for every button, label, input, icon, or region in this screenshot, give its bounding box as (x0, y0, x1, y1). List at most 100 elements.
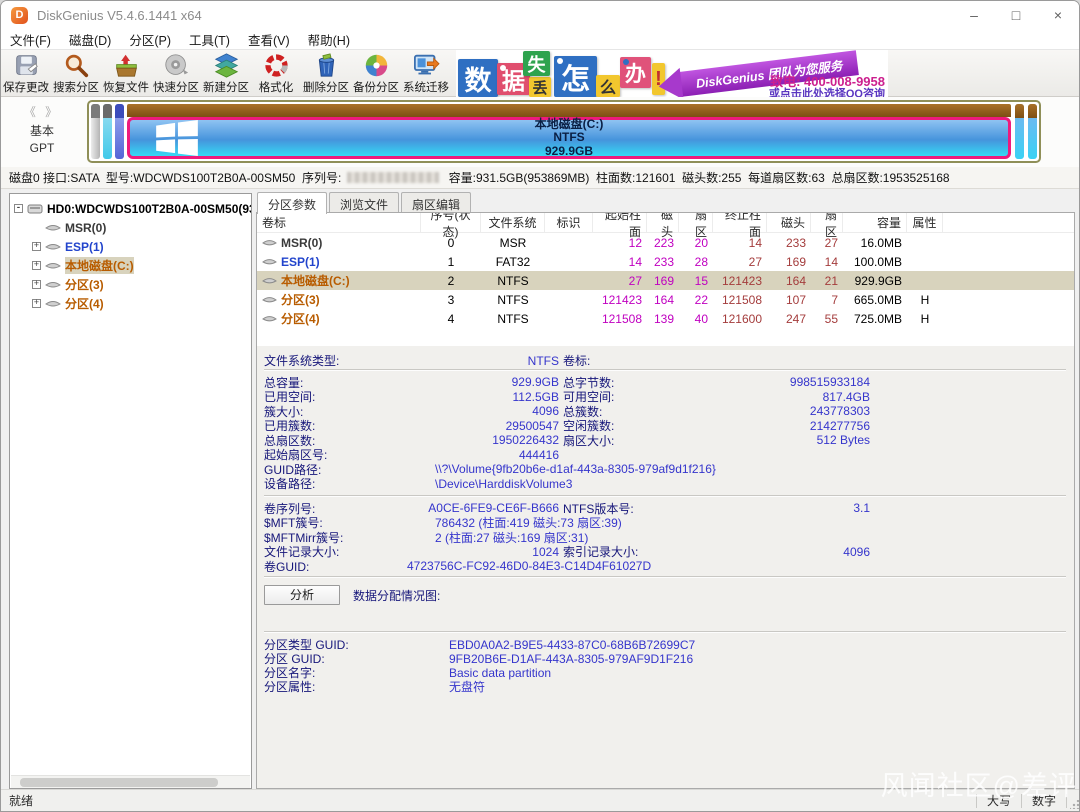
expand-box-icon[interactable]: + (32, 242, 41, 251)
format-button[interactable]: 格式化 (251, 50, 301, 96)
tree-item-partition-3[interactable]: + 分区(3) (10, 275, 251, 294)
cell-capacity: 16.0MB (860, 235, 902, 250)
cell-end-head: 107 (785, 292, 806, 307)
disk-prev-next-arrows[interactable]: 《 》 (9, 104, 75, 121)
expand-box-icon[interactable]: + (32, 261, 41, 270)
expand-box-icon[interactable]: + (32, 280, 41, 289)
cell-seq: 2 (447, 273, 455, 288)
table-row-partition-4[interactable]: 分区(4) 4 NTFS 121508 139 40 121600 247 55… (257, 309, 1074, 328)
tree-item-local-disk-c[interactable]: + 本地磁盘(C:) (10, 256, 251, 275)
cell-start-cylinder: 12 (628, 235, 642, 250)
partition-block-3[interactable] (1015, 104, 1024, 159)
detail-value: 4723756C-FC92-46D0-84E3-C14D4F61027D (407, 559, 652, 573)
partition-block-esp[interactable] (103, 104, 112, 159)
tab-partition-parameters[interactable]: 分区参数 (257, 192, 328, 214)
menu-view[interactable]: 查看(V) (239, 30, 299, 49)
disk-type-label: 基本 (29, 124, 54, 138)
expand-box-icon[interactable]: + (32, 299, 41, 308)
partition-block-reserved[interactable] (115, 104, 124, 159)
col-header-seq[interactable]: 序号(状态) (421, 213, 481, 239)
detail-label: 扇区大小: (563, 433, 615, 448)
menu-tools[interactable]: 工具(T) (180, 30, 239, 49)
col-header-attributes[interactable]: 属性 (907, 213, 943, 232)
disk-info-line: 磁盘0 接口:SATA 型号:WDCWDS100T2B0A-00SM50 序列号… (1, 167, 1079, 189)
format-icon (264, 53, 288, 77)
scrollbar-thumb[interactable] (20, 778, 218, 787)
col-header-end-cylinder[interactable]: 终止柱面 (713, 213, 767, 239)
table-header: 卷标 序号(状态) 文件系统 标识 起始柱面 磁头 扇区 终止柱面 磁头 扇区 … (257, 213, 1074, 239)
search-partition-button[interactable]: 搜索分区 (51, 50, 101, 96)
detail-value: 112.5GB (512, 389, 559, 404)
disk-partition-icon (45, 299, 61, 308)
tree-item-esp[interactable]: + ESP(1) (10, 237, 251, 256)
partition-block-4[interactable] (1028, 104, 1037, 159)
maximize-button[interactable]: □ (995, 1, 1037, 29)
cell-start-head: 223 (653, 235, 674, 250)
table-row-esp[interactable]: ESP(1) 1 FAT32 14 233 28 27 169 14 100.0… (257, 252, 1074, 271)
tree-item-msr[interactable]: MSR(0) (10, 218, 251, 237)
save-changes-button[interactable]: 保存更改 (1, 50, 51, 96)
cell-end-sector: 14 (824, 254, 838, 269)
cell-seq: 3 (447, 292, 455, 307)
quick-partition-button[interactable]: 快速分区 (151, 50, 201, 96)
tab-browse-files[interactable]: 浏览文件 (329, 192, 400, 213)
col-header-end-head[interactable]: 磁头 (767, 213, 811, 232)
hard-drive-icon (27, 203, 43, 215)
col-header-filesystem[interactable]: 文件系统 (481, 213, 545, 232)
cell-end-sector: 21 (824, 273, 838, 288)
disk-partition-icon (45, 261, 61, 270)
partition-parameters-content: 卷标 序号(状态) 文件系统 标识 起始柱面 磁头 扇区 终止柱面 磁头 扇区 … (256, 212, 1075, 789)
menu-file[interactable]: 文件(F) (1, 30, 60, 49)
cell-start-sector: 20 (694, 235, 708, 250)
col-header-capacity[interactable]: 容量 (843, 213, 907, 232)
table-row-msr[interactable]: MSR(0) 0 MSR 12 223 20 14 233 27 16.0MB (257, 233, 1074, 252)
status-numlock-indicator: 数字 (1031, 794, 1056, 808)
menu-partition[interactable]: 分区(P) (120, 30, 180, 49)
partition-block-top (91, 104, 100, 118)
detail-value: \\?\Volume{9fb20b6e-d1af-443a-8305-979af… (435, 462, 716, 476)
cell-filesystem: MSR (499, 235, 527, 250)
tab-sector-edit[interactable]: 扇区编辑 (401, 192, 472, 213)
partition-block-msr[interactable] (91, 104, 100, 159)
detail-value: 无盘符 (449, 680, 486, 694)
col-header-start-sector[interactable]: 扇区 (679, 213, 713, 239)
resize-grip[interactable] (1067, 790, 1079, 811)
cell-filesystem: NTFS (497, 311, 529, 326)
minimize-button[interactable]: – (953, 1, 995, 29)
backup-partition-button[interactable]: 备份分区 (351, 50, 401, 96)
tab-bar: 分区参数 浏览文件 扇区编辑 (257, 192, 473, 214)
detail-value: 4096 (843, 544, 870, 559)
cell-end-cylinder: 121508 (721, 292, 762, 307)
table-row-local-disk-c[interactable]: 本地磁盘(C:) 2 NTFS 27 169 15 121423 164 21 … (257, 271, 1074, 290)
delete-partition-button[interactable]: 删除分区 (301, 50, 351, 96)
menu-help[interactable]: 帮助(H) (299, 30, 359, 49)
cell-end-cylinder: 27 (748, 254, 762, 269)
tree-item-disk-hd0[interactable]: - HD0:WDCWDS100T2B0A-00SM50(93 (10, 199, 251, 218)
cell-start-head: 164 (653, 292, 674, 307)
col-header-id[interactable]: 标识 (545, 213, 593, 232)
detail-label: 文件系统类型: (264, 354, 340, 368)
tree-item-partition-4[interactable]: + 分区(4) (10, 294, 251, 313)
disk-info-left: 磁盘0 接口:SATA 型号:WDCWDS100T2B0A-00SM50 序列号… (9, 171, 342, 185)
close-button[interactable]: × (1037, 1, 1079, 29)
cell-start-cylinder: 27 (628, 273, 642, 288)
disk-map: 本地磁盘(C:) NTFS 929.9GB (87, 100, 1041, 163)
menu-disk[interactable]: 磁盘(D) (60, 30, 120, 49)
tree-item-label: HD0:WDCWDS100T2B0A-00SM50(93 (47, 201, 251, 216)
menu-bar: 文件(F) 磁盘(D) 分区(P) 工具(T) 查看(V) 帮助(H) (1, 29, 1079, 49)
col-header-start-cylinder[interactable]: 起始柱面 (593, 213, 647, 239)
ad-banner[interactable]: 数 据 丢 失 怎 么 办 ! DiskGenius 团队为您服务 致电: 40… (456, 50, 888, 98)
col-header-end-sector[interactable]: 扇区 (811, 213, 843, 239)
new-partition-button[interactable]: 新建分区 (201, 50, 251, 96)
tree-horizontal-scrollbar[interactable] (11, 775, 250, 788)
system-migration-button[interactable]: 系统迁移 (401, 50, 451, 96)
partition-block-c-selected[interactable]: 本地磁盘(C:) NTFS 929.9GB (127, 117, 1011, 159)
col-header-volume-label[interactable]: 卷标 (257, 213, 421, 232)
table-row-partition-3[interactable]: 分区(3) 3 NTFS 121423 164 22 121508 107 7 … (257, 290, 1074, 309)
quick-partition-icon (164, 53, 188, 75)
cell-seq: 0 (447, 235, 455, 250)
col-header-start-head[interactable]: 磁头 (647, 213, 679, 239)
recover-files-button[interactable]: 恢复文件 (101, 50, 151, 96)
analyze-button[interactable]: 分析 (264, 585, 340, 605)
collapse-box-icon[interactable]: - (14, 204, 23, 213)
